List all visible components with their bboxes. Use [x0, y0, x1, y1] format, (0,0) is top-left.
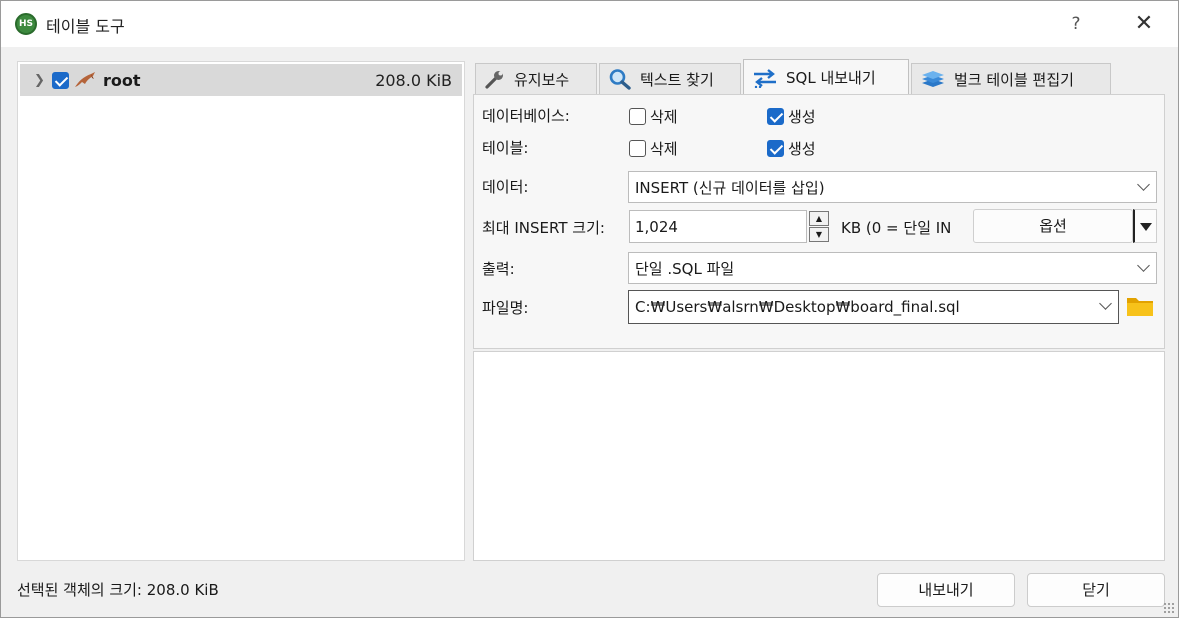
options-button[interactable]: 옵션: [973, 209, 1133, 243]
max-insert-size-input[interactable]: 1,024: [629, 210, 807, 243]
filename-label: 파일명:: [482, 299, 529, 317]
data-mode-value: INSERT (신규 데이터를 삽입): [635, 178, 825, 197]
checkbox-label: 삭제: [650, 108, 678, 126]
tab-label: 벌크 테이블 편집기: [954, 70, 1074, 89]
heidisql-app-icon: HS: [15, 13, 37, 35]
resize-grip-icon[interactable]: [1163, 602, 1175, 614]
folder-icon: [1127, 298, 1153, 316]
tab-label: SQL 내보내기: [786, 69, 876, 87]
table-tools-dialog: HS 테이블 도구 ? ✕ ❯ root 208.0 KiB 유지보수 텍스트 …: [0, 0, 1179, 618]
chevron-right-icon[interactable]: ❯: [34, 73, 52, 88]
chevron-down-icon: [1099, 297, 1112, 310]
spin-up-icon[interactable]: ▲: [809, 211, 829, 226]
tree-item-label: root: [103, 70, 141, 90]
title-bar: HS 테이블 도구 ? ✕: [1, 1, 1178, 47]
table-label: 테이블:: [482, 139, 529, 157]
chevron-down-icon: [1137, 178, 1150, 191]
options-dropdown-arrow[interactable]: [1133, 209, 1157, 243]
checkbox[interactable]: [767, 140, 784, 157]
export-log-area: [473, 351, 1165, 561]
data-label: 데이터:: [482, 178, 529, 196]
mysql-dolphin-icon: [75, 72, 95, 87]
filename-input[interactable]: C:₩Users₩alsrn₩Desktop₩board_final.sql: [628, 290, 1119, 324]
tab-label: 유지보수: [514, 70, 570, 89]
max-insert-unit-text: KB (0 = 단일 IN: [841, 219, 952, 237]
export-button[interactable]: 내보내기: [877, 573, 1015, 607]
tree-item-size: 208.0 KiB: [375, 70, 452, 90]
spin-down-icon[interactable]: ▼: [809, 227, 829, 242]
tab-label: 텍스트 찾기: [640, 70, 714, 89]
filename-value: C:₩Users₩alsrn₩Desktop₩board_final.sql: [635, 298, 960, 316]
checkbox-label: 생성: [788, 108, 816, 126]
help-button[interactable]: ?: [1063, 9, 1089, 39]
status-text: 선택된 객체의 크기: 208.0 KiB: [17, 581, 219, 599]
max-insert-label: 최대 INSERT 크기:: [482, 219, 605, 237]
table-create-checkbox[interactable]: 생성: [767, 138, 816, 159]
database-create-checkbox[interactable]: 생성: [767, 106, 816, 127]
layers-icon: [922, 71, 944, 87]
output-value: 단일 .SQL 파일: [635, 259, 735, 278]
tab-sql-export[interactable]: SQL 내보내기: [743, 59, 909, 95]
window-title: 테이블 도구: [46, 17, 125, 36]
database-tree[interactable]: ❯ root 208.0 KiB: [17, 61, 465, 561]
tree-item-root[interactable]: ❯ root 208.0 KiB: [20, 64, 462, 96]
tab-bulk-table-editor[interactable]: 벌크 테이블 편집기: [911, 63, 1111, 94]
wrench-icon: [485, 71, 503, 89]
close-button[interactable]: 닫기: [1027, 573, 1165, 607]
checkbox[interactable]: [629, 140, 646, 157]
database-label: 데이터베이스:: [482, 107, 570, 125]
output-select[interactable]: 단일 .SQL 파일: [628, 252, 1157, 284]
checkbox-label: 생성: [788, 140, 816, 158]
data-mode-select[interactable]: INSERT (신규 데이터를 삽입): [628, 171, 1157, 203]
browse-folder-button[interactable]: [1125, 293, 1155, 319]
chevron-down-icon: [1137, 259, 1150, 272]
checkbox-label: 삭제: [650, 140, 678, 158]
checkbox[interactable]: [767, 108, 784, 125]
max-insert-stepper[interactable]: ▲ ▼: [809, 211, 831, 243]
checkbox[interactable]: [629, 108, 646, 125]
output-label: 출력:: [482, 260, 515, 278]
max-insert-size-value: 1,024: [635, 217, 678, 236]
window-close-button[interactable]: ✕: [1129, 9, 1159, 39]
tab-text-search[interactable]: 텍스트 찾기: [599, 63, 741, 94]
tab-maintenance[interactable]: 유지보수: [475, 63, 597, 94]
database-drop-checkbox[interactable]: 삭제: [629, 106, 678, 127]
magnifier-icon: [609, 69, 631, 90]
table-drop-checkbox[interactable]: 삭제: [629, 138, 678, 159]
export-arrows-icon: [754, 68, 776, 88]
tree-item-checkbox[interactable]: [52, 71, 69, 89]
